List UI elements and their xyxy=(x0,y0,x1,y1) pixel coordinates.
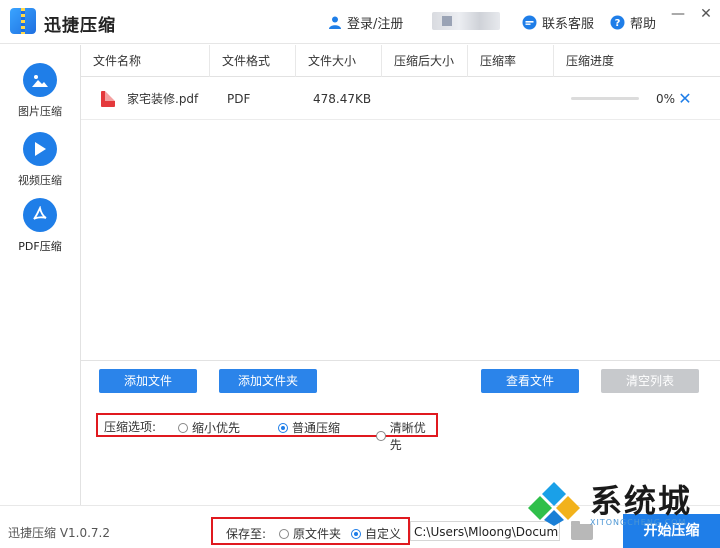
start-compress-button[interactable]: 开始压缩 xyxy=(623,514,720,548)
footer: 迅捷压缩 V1.0.7.2 保存至: 原文件夹 自定义 C:\Users\Mlo… xyxy=(0,505,720,548)
help-button[interactable]: ? 帮助 xyxy=(610,13,657,32)
column-header: 压缩后大小 xyxy=(382,45,468,77)
version-label: 迅捷压缩 V1.0.7.2 xyxy=(8,526,111,540)
radio-selected-icon xyxy=(278,422,288,433)
support-button[interactable]: 联系客服 xyxy=(522,13,595,32)
compression-options: 压缩选项: 缩小优先 普通压缩 清晰优先 xyxy=(96,413,438,452)
file-name: 家宅装修.pdf xyxy=(127,92,199,106)
close-icon: ✕ xyxy=(678,89,692,108)
column-header: 压缩率 xyxy=(468,45,554,77)
app-logo-icon xyxy=(10,8,36,34)
progress-bar xyxy=(571,97,639,100)
radio-icon xyxy=(279,528,289,539)
support-label: 联系客服 xyxy=(542,16,595,32)
save-path-input[interactable]: C:\Users\Mloong\Documents xyxy=(410,521,560,541)
save-original-folder[interactable]: 原文件夹 xyxy=(279,525,341,542)
table-header: 文件名称 文件格式 文件大小 压缩后大小 压缩率 压缩进度 xyxy=(81,45,720,77)
option-label: 清晰优先 xyxy=(389,421,426,452)
column-header: 文件名称 xyxy=(81,45,210,77)
file-table: 文件名称 文件格式 文件大小 压缩后大小 压缩率 压缩进度 家宅装修.pdf P… xyxy=(81,45,720,361)
add-folder-button[interactable]: 添加文件夹 xyxy=(219,369,317,393)
close-icon: ✕ xyxy=(700,6,712,22)
login-label: 登录/注册 xyxy=(347,16,404,32)
column-header: 文件大小 xyxy=(296,45,382,77)
save-custom[interactable]: 自定义 xyxy=(351,525,401,542)
play-icon xyxy=(23,132,57,166)
option-label: 自定义 xyxy=(365,527,402,541)
minimize-button[interactable]: — xyxy=(664,0,692,28)
sidebar-item-label: 图片压缩 xyxy=(18,105,62,118)
sidebar: 图片压缩 视频压缩 PDF压缩 xyxy=(0,45,80,505)
minimize-icon: — xyxy=(671,6,685,22)
radio-selected-icon xyxy=(351,528,361,539)
option-label: 原文件夹 xyxy=(293,527,342,541)
column-header: 文件格式 xyxy=(210,45,296,77)
sidebar-item-pdf[interactable]: PDF压缩 xyxy=(0,198,80,254)
table-row[interactable]: 家宅装修.pdf PDF 478.47KB 0% ✕ xyxy=(81,78,720,120)
login-button[interactable]: 登录/注册 xyxy=(328,13,404,32)
option-normal[interactable]: 普通压缩 xyxy=(278,419,340,436)
pdf-icon xyxy=(23,198,57,232)
option-label: 普通压缩 xyxy=(292,421,341,435)
sidebar-item-label: PDF压缩 xyxy=(18,240,62,253)
option-label: 缩小优先 xyxy=(192,421,241,435)
help-icon: ? xyxy=(610,15,625,29)
main-panel: 文件名称 文件格式 文件大小 压缩后大小 压缩率 压缩进度 家宅装修.pdf P… xyxy=(80,45,720,505)
option-smaller[interactable]: 缩小优先 xyxy=(178,419,240,436)
sidebar-item-label: 视频压缩 xyxy=(18,174,62,187)
sidebar-item-video[interactable]: 视频压缩 xyxy=(0,132,80,188)
progress-percent: 0% xyxy=(656,92,676,106)
radio-icon xyxy=(178,422,188,433)
folder-icon[interactable] xyxy=(571,521,593,540)
view-file-button[interactable]: 查看文件 xyxy=(481,369,579,393)
pdf-file-icon xyxy=(101,91,115,107)
sidebar-item-image[interactable]: 图片压缩 xyxy=(0,63,80,119)
file-size: 478.47KB xyxy=(313,92,372,106)
options-label: 压缩选项: xyxy=(104,420,157,434)
app-title: 迅捷压缩 xyxy=(44,16,116,36)
add-file-button[interactable]: 添加文件 xyxy=(99,369,197,393)
save-label: 保存至: xyxy=(226,527,267,541)
column-header: 压缩进度 xyxy=(566,54,615,68)
user-avatar-blurred[interactable] xyxy=(432,12,500,30)
title-bar: 迅捷压缩 登录/注册 联系客服 ? 帮助 — ✕ xyxy=(0,0,720,44)
radio-icon xyxy=(376,431,386,441)
close-window-button[interactable]: ✕ xyxy=(692,0,720,28)
clear-list-button[interactable]: 清空列表 xyxy=(601,369,699,393)
file-format: PDF xyxy=(227,92,251,106)
chat-icon xyxy=(522,15,537,29)
remove-file-button[interactable]: ✕ xyxy=(677,78,693,120)
save-location: 保存至: 原文件夹 自定义 xyxy=(211,517,410,545)
user-icon xyxy=(329,16,341,29)
option-clarity[interactable]: 清晰优先 xyxy=(376,419,436,453)
image-icon xyxy=(23,63,57,97)
svg-text:?: ? xyxy=(615,18,621,29)
help-label: 帮助 xyxy=(630,16,657,32)
